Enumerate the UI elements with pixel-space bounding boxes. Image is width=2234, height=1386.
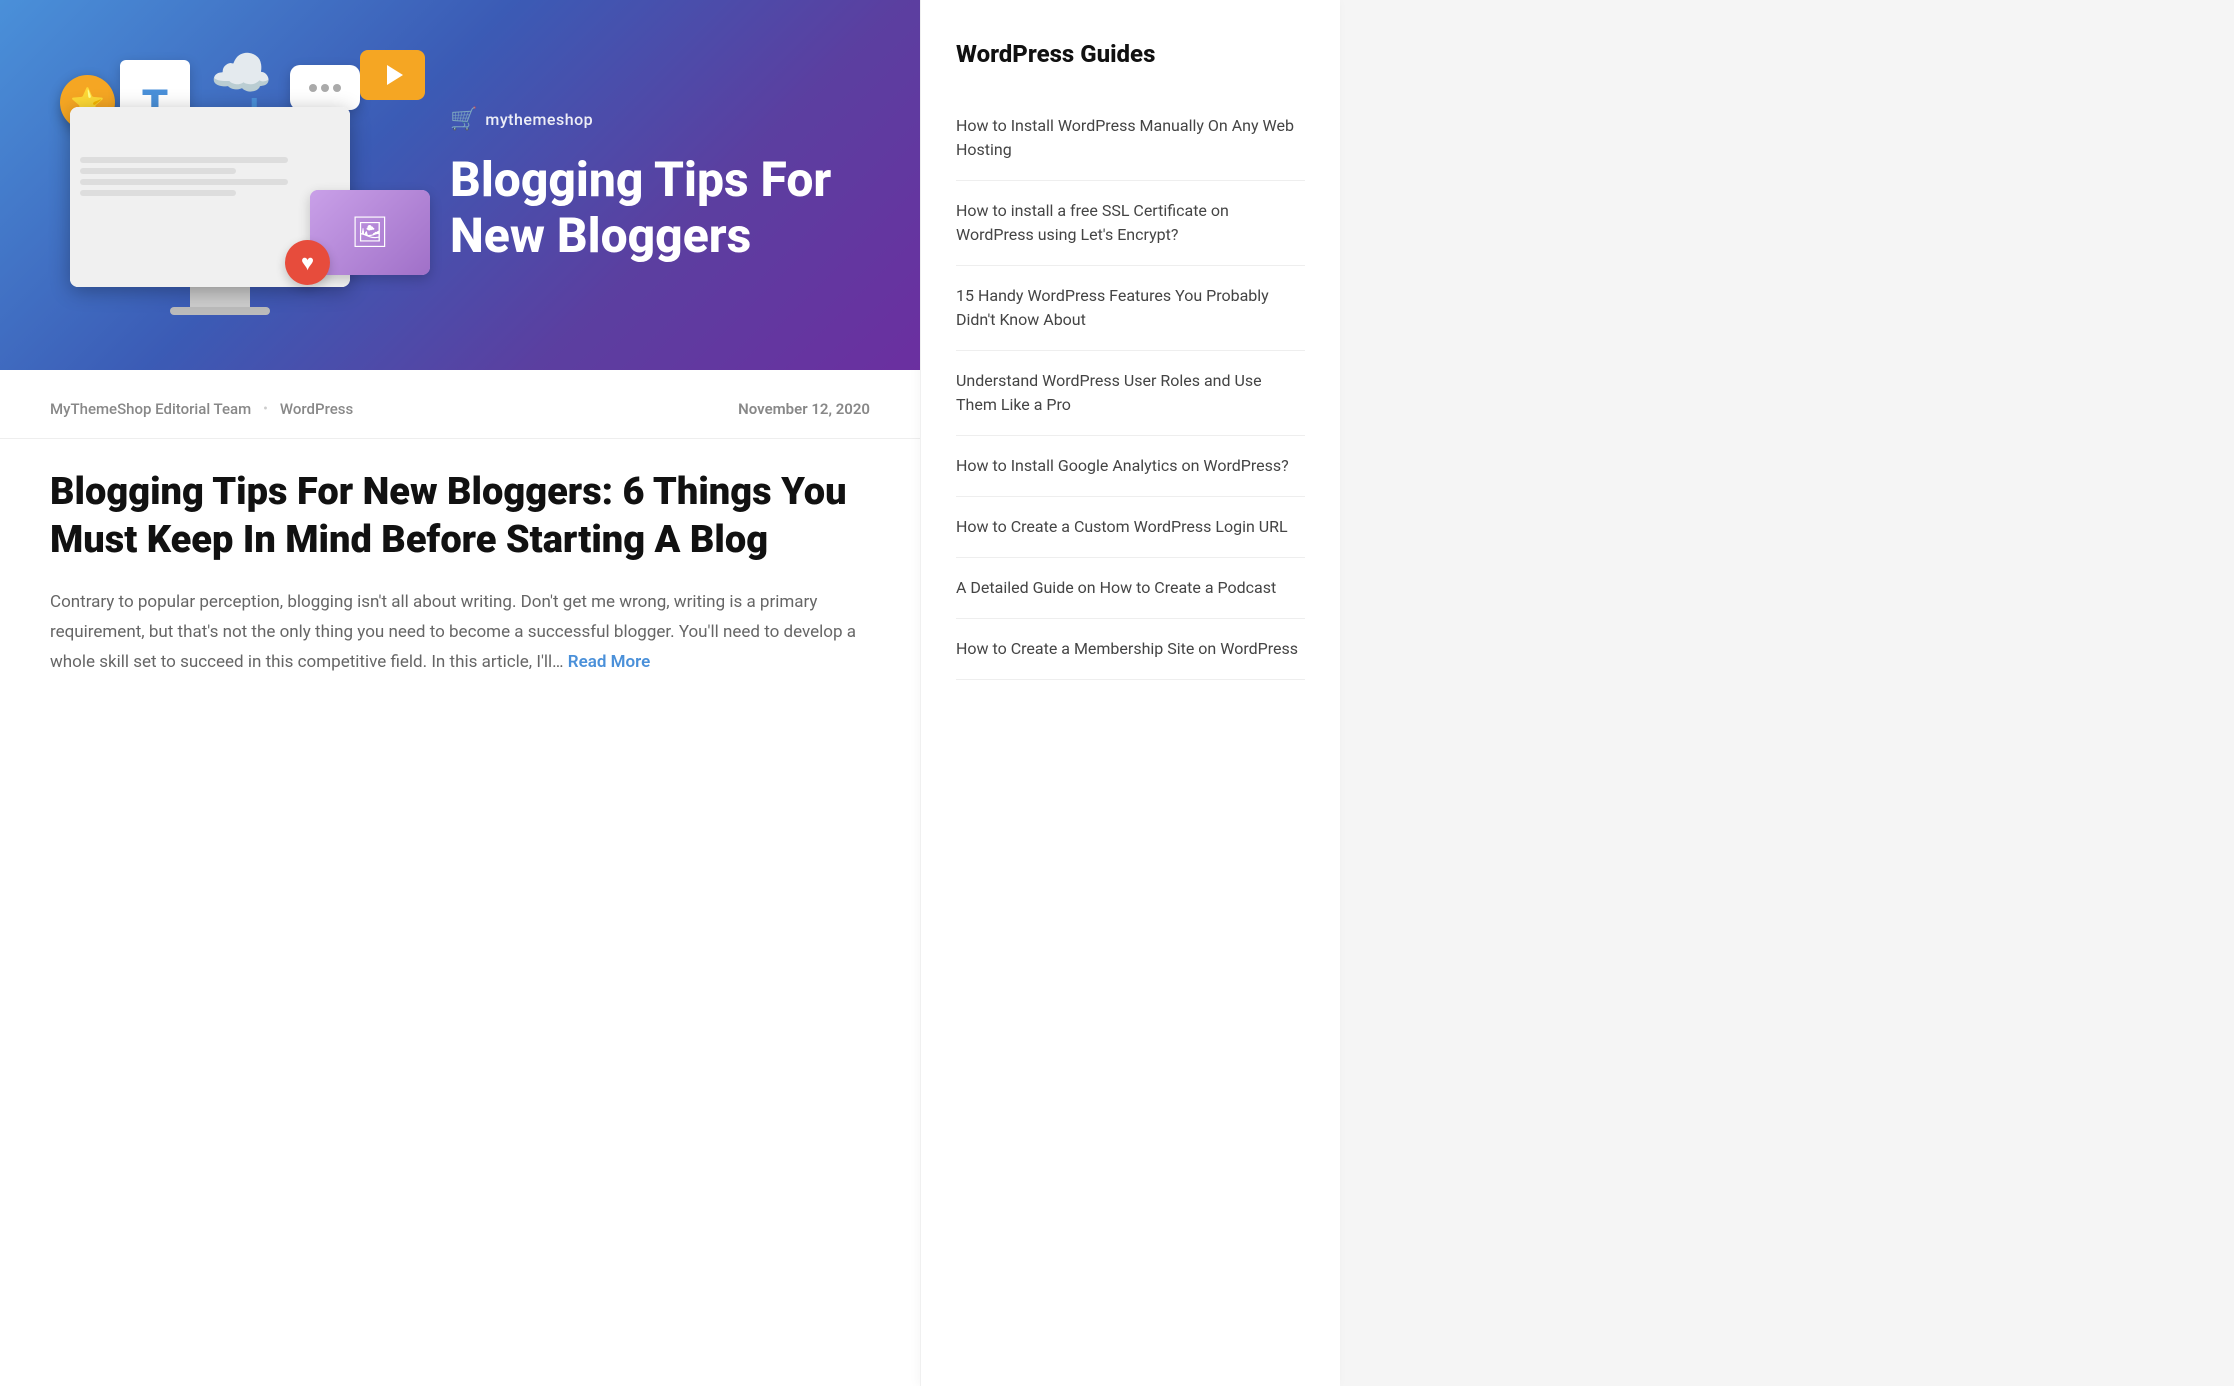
article-meta: MyThemeShop Editorial Team • WordPress N… [0,370,920,439]
sidebar-item-1[interactable]: How to install a free SSL Certificate on… [956,181,1305,266]
read-more-link[interactable]: Read More [568,652,650,672]
sidebar-item-5[interactable]: How to Create a Custom WordPress Login U… [956,497,1305,558]
sidebar: WordPress Guides How to Install WordPres… [920,0,1340,1386]
sidebar-link-6[interactable]: A Detailed Guide on How to Create a Podc… [956,578,1276,597]
brand-name: mythemeshop [485,110,593,129]
sidebar-item-4[interactable]: How to Install Google Analytics on WordP… [956,436,1305,497]
sidebar-link-3[interactable]: Understand WordPress User Roles and Use … [956,371,1262,414]
brand-header: 🛒 mythemeshop [450,107,870,132]
sidebar-link-7[interactable]: How to Create a Membership Site on WordP… [956,639,1298,658]
hero-illustration: ⭐ T ☁️ ⬇ [50,45,430,325]
sidebar-link-1[interactable]: How to install a free SSL Certificate on… [956,201,1229,244]
article-title: Blogging Tips For New Bloggers: 6 Things… [50,469,870,564]
article-author: MyThemeShop Editorial Team [50,400,251,418]
article-excerpt: Contrary to popular perception, blogging… [50,588,870,677]
sidebar-item-0[interactable]: How to Install WordPress Manually On Any… [956,96,1305,181]
sidebar-link-5[interactable]: How to Create a Custom WordPress Login U… [956,517,1288,536]
sidebar-item-7[interactable]: How to Create a Membership Site on WordP… [956,619,1305,680]
sidebar-link-4[interactable]: How to Install Google Analytics on WordP… [956,456,1289,475]
meta-separator: • [263,401,268,417]
sidebar-link-0[interactable]: How to Install WordPress Manually On Any… [956,116,1294,159]
sidebar-link-2[interactable]: 15 Handy WordPress Features You Probably… [956,286,1269,329]
article-date: November 12, 2020 [738,400,870,418]
sidebar-item-2[interactable]: 15 Handy WordPress Features You Probably… [956,266,1305,351]
play-button-icon [360,50,425,100]
heart-icon: ♥ [285,240,330,285]
hero-text: 🛒 mythemeshop Blogging Tips For New Blog… [430,107,870,262]
hero-banner: ⭐ T ☁️ ⬇ [0,0,920,370]
chat-bubble-icon [290,65,360,110]
article-category[interactable]: WordPress [280,400,353,418]
brand-icon: 🛒 [450,107,477,132]
sidebar-item-6[interactable]: A Detailed Guide on How to Create a Podc… [956,558,1305,619]
sidebar-title: WordPress Guides [956,40,1305,68]
hero-title: Blogging Tips For New Bloggers [450,152,870,262]
main-content: ⭐ T ☁️ ⬇ [0,0,920,1386]
sidebar-item-3[interactable]: Understand WordPress User Roles and Use … [956,351,1305,436]
article-content: Blogging Tips For New Bloggers: 6 Things… [0,439,920,717]
